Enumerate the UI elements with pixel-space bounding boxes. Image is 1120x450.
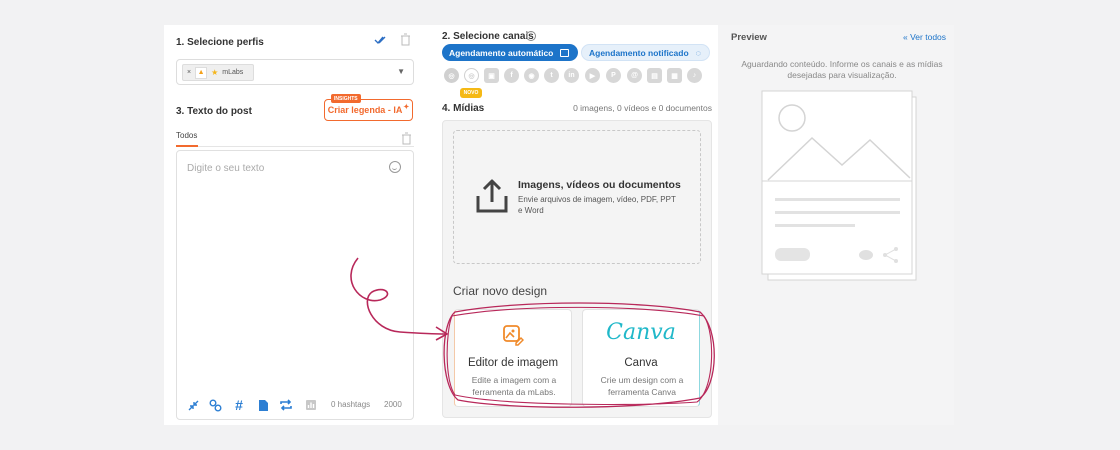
notified-scheduling-label: Agendamento notificado (589, 47, 689, 58)
chevron-down-icon: ▼ (397, 67, 405, 76)
instagram-icon[interactable]: ◎ (444, 68, 459, 83)
select-all-icon[interactable] (374, 34, 388, 46)
tab-active-indicator (176, 145, 198, 147)
messenger-icon[interactable]: ◉ (524, 68, 539, 83)
canva-card[interactable]: Canva Canva Crie um design com a ferrame… (582, 309, 700, 407)
twitter-icon[interactable]: t (544, 68, 559, 83)
star-icon: ★ (211, 68, 219, 77)
youtube-icon[interactable]: ▶ (585, 68, 600, 83)
section-title-channels: 2. Selecione canais (442, 31, 534, 42)
image-editor-description: Edite a imagem com a ferramenta da mLabs… (471, 375, 557, 397)
chip-label: mLabs (222, 69, 244, 76)
ai-caption-label: Criar legenda - IA (327, 105, 403, 115)
tab-todos[interactable]: Todos (176, 131, 197, 140)
media-count: 0 imagens, 0 vídeos e 0 documentos (573, 103, 712, 113)
upload-description: Envie arquivos de imagem, vídeo, PDF, PP… (518, 195, 676, 215)
trash-icon[interactable] (399, 32, 411, 46)
google-business-icon[interactable]: ▤ (647, 68, 662, 83)
preview-title: Preview (731, 32, 767, 43)
gallery-icon[interactable]: ▦ (667, 68, 682, 83)
mlabs-logo-icon: ▲ (195, 66, 208, 79)
insights-badge: INSIGHTS (331, 94, 361, 103)
link-icon[interactable] (208, 398, 222, 412)
post-text-area[interactable]: Digite o seu texto (176, 150, 414, 420)
image-edit-icon (502, 324, 524, 346)
double-chevron-left-icon: « (903, 32, 908, 42)
emoji-icon[interactable] (389, 161, 401, 173)
chip-remove-icon[interactable]: × (187, 69, 191, 76)
shrink-icon[interactable] (186, 398, 200, 412)
upload-title: Imagens, vídeos ou documentos (518, 179, 681, 191)
upload-icon (474, 178, 510, 214)
instagram-reels-icon[interactable]: ▣ (484, 68, 499, 83)
notified-scheduling-button[interactable]: Agendamento notificado ◌ (581, 44, 710, 61)
image-editor-card[interactable]: Editor de imagem Edite a imagem com a fe… (454, 309, 572, 407)
chart-icon[interactable] (304, 398, 318, 412)
section-title-media: 4. Mídias (442, 103, 485, 114)
canva-logo: Canva (606, 320, 676, 345)
section-title-profiles: 1. Selecione perfis (176, 37, 264, 48)
canva-description: Crie um design com a ferramenta Canva (600, 375, 684, 397)
instagram-story-icon[interactable]: ◎ (464, 68, 479, 83)
clear-text-trash-icon[interactable] (400, 131, 412, 145)
preview-waiting-message: Aguardando conteúdo. Informe os canais e… (741, 59, 943, 80)
view-all-link[interactable]: « Ver todos (903, 32, 946, 42)
create-design-title: Criar novo design (453, 284, 548, 298)
novo-badge: NOVO (460, 88, 482, 98)
profile-chip[interactable]: × ▲ ★ mLabs (182, 64, 254, 81)
linkedin-icon[interactable]: in (564, 68, 579, 83)
image-editor-title: Editor de imagem (467, 357, 559, 369)
hashtag-count: 0 hashtags (331, 400, 371, 409)
profile-select[interactable]: × ▲ ★ mLabs ▼ (176, 59, 414, 85)
tab-divider (176, 146, 414, 147)
info-icon[interactable]: i (526, 31, 536, 41)
post-text-placeholder: Digite o seu texto (187, 163, 265, 174)
sparkle-icon: ✦ (403, 104, 410, 111)
calendar-icon (560, 48, 570, 57)
char-count: 2000 (384, 400, 402, 409)
hashtag-icon[interactable]: # (232, 397, 246, 413)
repost-icon[interactable] (279, 398, 293, 412)
canva-title: Canva (624, 357, 658, 369)
automatic-scheduling-label: Agendamento automático (449, 47, 554, 58)
document-icon[interactable] (256, 398, 270, 412)
pinterest-icon[interactable]: P (606, 68, 621, 83)
view-all-label: Ver todos (910, 32, 947, 42)
automatic-scheduling-button[interactable]: Agendamento automático (442, 44, 578, 61)
tiktok-icon[interactable]: ♪ (687, 68, 702, 83)
facebook-icon[interactable]: f (504, 68, 519, 83)
preview-panel (718, 25, 954, 425)
threads-icon[interactable]: @ (627, 68, 642, 83)
bell-icon: ◌ (695, 47, 701, 58)
section-title-post-text: 3. Texto do post (176, 106, 252, 117)
